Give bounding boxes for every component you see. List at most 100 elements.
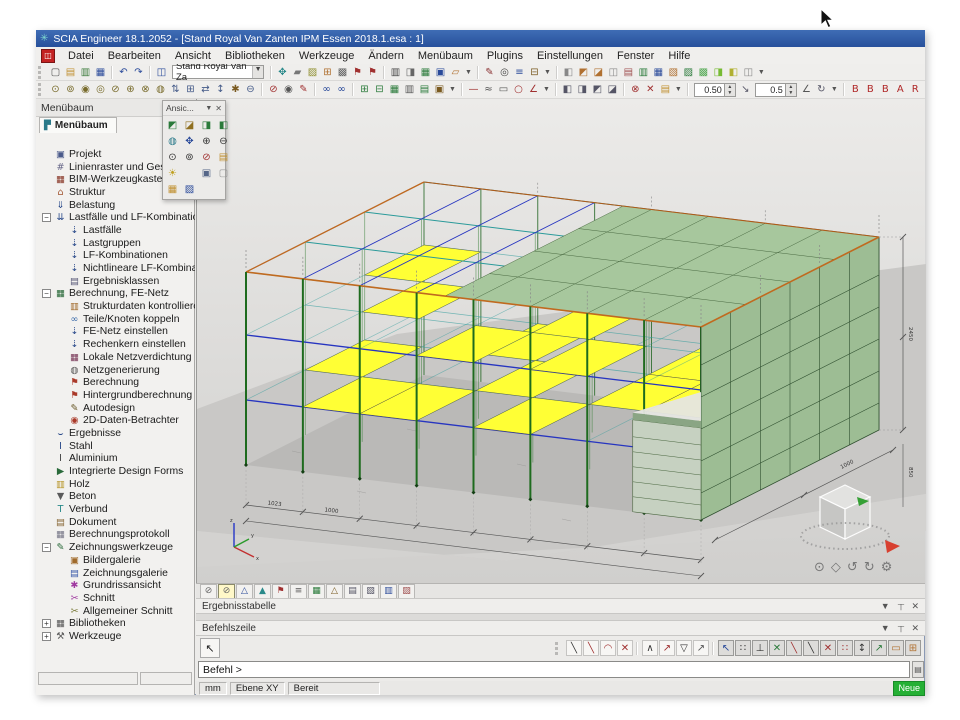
copy-icon[interactable]: ⊞: [320, 65, 335, 80]
snap-edge-icon[interactable]: ↗: [659, 640, 675, 656]
visibility-4-icon[interactable]: ◎: [93, 82, 108, 97]
rotate-view-3-icon[interactable]: ◨: [200, 119, 213, 132]
menu-plugins[interactable]: Plugins: [480, 49, 530, 63]
visibility-13-icon[interactable]: ✱: [228, 82, 243, 97]
chevron-down-icon[interactable]: ▼: [252, 66, 263, 78]
flag-tab-icon[interactable]: ⚑: [272, 584, 289, 599]
dropdown-caret[interactable]: ▼: [758, 69, 765, 76]
tree-item-ergebnisklassen[interactable]: ▤Ergebnisklassen: [36, 275, 195, 288]
3d-model[interactable]: 1023100010002450850zxy: [197, 99, 926, 583]
tree-item-verbund[interactable]: TVerbund: [36, 503, 195, 516]
view-9-icon[interactable]: ▨: [681, 65, 696, 80]
settings-icon[interactable]: ⚙: [881, 560, 893, 575]
tree-item-strukturdaten-kontrollieren[interactable]: ▥Strukturdaten kontrollieren: [36, 300, 195, 313]
layers-1-icon[interactable]: ⊞: [357, 82, 372, 97]
layers-5-icon[interactable]: ▤: [417, 82, 432, 97]
folder-icon[interactable]: ▤: [658, 82, 673, 97]
rect-tool-icon[interactable]: ▭: [496, 82, 511, 97]
chevron-down-icon[interactable]: ▼: [881, 601, 890, 612]
snap-arc-icon[interactable]: ◠: [600, 640, 616, 656]
tree-item-aluminium[interactable]: IAluminium: [36, 453, 195, 466]
document-icon[interactable]: ◫: [41, 49, 55, 63]
result-3-icon[interactable]: B: [878, 82, 893, 97]
visibility-7-icon[interactable]: ⊗: [138, 82, 153, 97]
render-solid-icon[interactable]: ▰: [290, 65, 305, 80]
view-7-icon[interactable]: ▦: [651, 65, 666, 80]
view-1-icon[interactable]: ◧: [561, 65, 576, 80]
tree-item-beton[interactable]: ▼Beton: [36, 491, 195, 504]
tree-item-berechnung-fe-netz[interactable]: −▦Berechnung, FE-Netz: [36, 288, 195, 301]
menu-ndern[interactable]: Ändern: [361, 49, 410, 63]
view-3-icon[interactable]: ◪: [591, 65, 606, 80]
print-icon[interactable]: ▥: [388, 65, 403, 80]
rotate-view-2-icon[interactable]: ◪: [183, 119, 196, 132]
tree-item-lastf-lle[interactable]: ⇣Lastfälle: [36, 224, 195, 237]
menu-einstellungen[interactable]: Einstellungen: [530, 49, 610, 63]
wand-icon[interactable]: ✎: [296, 82, 311, 97]
zoom-in-icon[interactable]: ⊕: [200, 135, 213, 148]
snap-mid-icon[interactable]: ╲: [786, 640, 802, 656]
window-4-icon[interactable]: ◪: [605, 82, 620, 97]
snap-intersect-icon[interactable]: ✕: [820, 640, 836, 656]
zoom-window-icon[interactable]: ⊙: [166, 151, 179, 164]
view-6-icon[interactable]: ▥: [636, 65, 651, 80]
tree-item-belastung[interactable]: ⇓Belastung: [36, 199, 195, 212]
table-tab-icon[interactable]: ▥: [380, 584, 397, 599]
members-icon[interactable]: ⊟: [527, 65, 542, 80]
tree-item-fe-netz-einstellen[interactable]: ⇣FE-Netz einstellen: [36, 326, 195, 339]
tree-item-allgemeiner-schnitt[interactable]: ✂Allgemeiner Schnitt: [36, 605, 195, 618]
dropdown-caret[interactable]: ▼: [544, 69, 551, 76]
polyline-tool-icon[interactable]: ≈: [481, 82, 496, 97]
dropdown-caret[interactable]: ▼: [543, 86, 550, 93]
save-icon[interactable]: ▦: [93, 65, 108, 80]
search-icon[interactable]: ◎: [497, 65, 512, 80]
pin-icon[interactable]: ⊥: [897, 601, 905, 612]
tree-item-lastgruppen[interactable]: ⇣Lastgruppen: [36, 237, 195, 250]
camera-2-icon[interactable]: ▢: [217, 167, 230, 180]
document-icon[interactable]: ▱: [448, 65, 463, 80]
toolbar-grip[interactable]: [38, 66, 44, 79]
visibility-12-icon[interactable]: ↕: [213, 82, 228, 97]
circle-tool-icon[interactable]: ○: [511, 82, 526, 97]
levels-tab-icon[interactable]: ≡: [290, 584, 307, 599]
dropdown-caret[interactable]: ▼: [465, 69, 472, 76]
window-2-icon[interactable]: ◨: [575, 82, 590, 97]
tree-item-autodesign[interactable]: ✎Autodesign: [36, 402, 195, 415]
view-13-icon[interactable]: ◫: [741, 65, 756, 80]
view-4-icon[interactable]: ◫: [606, 65, 621, 80]
orbit-left-icon[interactable]: ↺: [847, 560, 858, 575]
delete-2-icon[interactable]: ✕: [643, 82, 658, 97]
tree-item-schnitt[interactable]: ✂Schnitt: [36, 592, 195, 605]
viewport[interactable]: 1023100010002450850zxy: [196, 99, 925, 583]
scale-link-icon[interactable]: ↘: [738, 82, 753, 97]
result-4-icon[interactable]: A: [893, 82, 908, 97]
snap-line-icon[interactable]: ╲: [566, 640, 582, 656]
layers-6-icon[interactable]: ▣: [432, 82, 447, 97]
cut-icon[interactable]: ⊘: [266, 82, 281, 97]
tree-item-dokument[interactable]: ▤Dokument: [36, 516, 195, 529]
results-panel-header[interactable]: Ergebnisstabelle ▼ ⊥ ✕: [196, 598, 925, 614]
menu-datei[interactable]: Datei: [61, 49, 101, 63]
result-6-icon[interactable]: R: [923, 82, 925, 97]
collapse-icon[interactable]: −: [42, 289, 51, 298]
menu-menbaum[interactable]: Menübaum: [411, 49, 480, 63]
paste-icon[interactable]: ▩: [335, 65, 350, 80]
title-bar[interactable]: ✳ SCIA Engineer 18.1.2052 - [Stand Royal…: [36, 30, 925, 47]
tree-item-bildergalerie[interactable]: ▣Bildergalerie: [36, 554, 195, 567]
clip-tab-1-icon[interactable]: ⊘: [200, 584, 217, 599]
units-cell[interactable]: mm: [199, 682, 227, 695]
expand-icon[interactable]: +: [42, 619, 51, 628]
toolbar-grip[interactable]: [555, 642, 561, 655]
view-8-icon[interactable]: ▧: [666, 65, 681, 80]
tree-item-lf-kombinationen[interactable]: ⇣LF-Kombinationen: [36, 250, 195, 263]
rotate-view-1-icon[interactable]: ◩: [166, 119, 179, 132]
visibility-1-icon[interactable]: ⊙: [48, 82, 63, 97]
spinner-down[interactable]: ▼: [725, 90, 735, 96]
copy-attributes-icon[interactable]: ✥: [275, 65, 290, 80]
rotate-2-icon[interactable]: ↻: [814, 82, 829, 97]
print-preview-icon[interactable]: ◨: [403, 65, 418, 80]
menu-hilfe[interactable]: Hilfe: [661, 49, 697, 63]
project-combo[interactable]: Stand Royal Van Za▼: [172, 65, 264, 79]
snap-node-icon[interactable]: ∧: [642, 640, 658, 656]
snap-grid-icon[interactable]: ∷: [735, 640, 751, 656]
